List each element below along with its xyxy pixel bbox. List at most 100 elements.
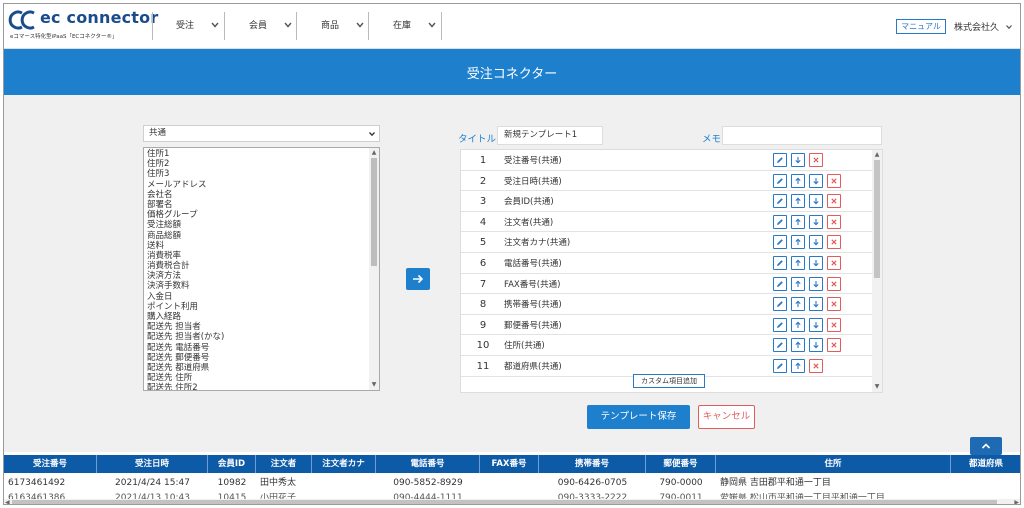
scroll-left-arrow-icon[interactable]: ◀: [5, 499, 10, 504]
delete-row-button[interactable]: [827, 297, 841, 312]
delete-row-button[interactable]: [827, 317, 841, 332]
move-down-button[interactable]: [809, 317, 823, 332]
col-prefecture-header[interactable]: 都道府県: [951, 455, 1020, 473]
template-title-input[interactable]: 新規テンプレート1: [497, 126, 603, 145]
field-option[interactable]: 住所3: [147, 169, 367, 179]
edit-row-button[interactable]: [773, 173, 787, 188]
move-down-button[interactable]: [809, 276, 823, 291]
scroll-down-arrow-icon[interactable]: ▼: [371, 382, 377, 388]
move-up-button[interactable]: [791, 359, 805, 373]
save-template-button[interactable]: テンプレート保存: [587, 405, 690, 429]
field-option[interactable]: ポイント利用: [147, 302, 367, 312]
edit-row-button[interactable]: [773, 317, 787, 332]
move-up-button[interactable]: [791, 256, 805, 270]
col-order-date-header[interactable]: 受注日時: [97, 455, 208, 473]
field-option[interactable]: 配送先 住所: [147, 373, 367, 383]
col-orderer-header[interactable]: 注文者: [256, 455, 312, 473]
template-list-scrollbar[interactable]: ▲ ▼: [872, 150, 882, 392]
field-option[interactable]: 購入経路: [147, 312, 367, 322]
field-option[interactable]: 配送先 担当者(かな): [147, 332, 367, 342]
available-fields-list[interactable]: 住所1 住所2 住所3 メールアドレス 会社名 部署名 価格グループ 受注総額 商品総額 送料 消費…: [143, 147, 380, 391]
template-row[interactable]: 6 電話番号(共通): [461, 253, 873, 274]
template-row[interactable]: 2 受注日時(共通): [461, 171, 873, 192]
scroll-up-arrow-icon[interactable]: ▲: [371, 150, 377, 156]
move-down-button[interactable]: [809, 297, 823, 312]
field-option[interactable]: 配送先 担当者: [147, 322, 367, 332]
edit-row-button[interactable]: [773, 256, 787, 270]
scrollbar-thumb[interactable]: [371, 158, 377, 266]
delete-row-button[interactable]: [827, 173, 841, 188]
field-option[interactable]: 住所2: [147, 159, 367, 169]
delete-row-button[interactable]: [827, 235, 841, 250]
scroll-up-arrow-icon[interactable]: ▲: [874, 152, 880, 158]
field-option[interactable]: 配送先 住所2: [147, 383, 367, 390]
delete-row-button[interactable]: [827, 338, 841, 353]
col-member-id-header[interactable]: 会員ID: [208, 455, 256, 473]
move-up-button[interactable]: [791, 317, 805, 332]
template-row[interactable]: 10 住所(共通): [461, 335, 873, 356]
template-row[interactable]: 4 注文者(共通): [461, 212, 873, 233]
template-row[interactable]: 7 FAX番号(共通): [461, 274, 873, 295]
field-option[interactable]: 決済方法: [147, 271, 367, 281]
cancel-button[interactable]: キャンセル: [698, 405, 755, 429]
col-mobile-header[interactable]: 携帯番号: [539, 455, 646, 473]
chevron-down-icon[interactable]: [1005, 23, 1013, 31]
field-option[interactable]: 決済手数料: [147, 281, 367, 291]
template-row[interactable]: 9 郵便番号(共通): [461, 315, 873, 336]
move-up-button[interactable]: [791, 297, 805, 312]
field-option[interactable]: 配送先 電話番号: [147, 343, 367, 353]
delete-row-button[interactable]: [809, 359, 823, 373]
move-up-button[interactable]: [791, 194, 805, 209]
move-up-button[interactable]: [791, 235, 805, 250]
field-option[interactable]: 消費税率: [147, 251, 367, 261]
col-postal-header[interactable]: 郵便番号: [646, 455, 716, 473]
col-address-header[interactable]: 住所: [716, 455, 951, 473]
field-option[interactable]: 受注総額: [147, 220, 367, 230]
field-option[interactable]: 送料: [147, 241, 367, 251]
field-option[interactable]: 会社名: [147, 190, 367, 200]
move-down-button[interactable]: [791, 153, 805, 167]
field-option[interactable]: 住所1: [147, 149, 367, 159]
field-option[interactable]: 部署名: [147, 200, 367, 210]
add-custom-field-button[interactable]: カスタム項目追加: [633, 374, 705, 388]
col-order-no-header[interactable]: 受注番号: [4, 455, 97, 473]
scroll-to-top-button[interactable]: [970, 437, 1002, 455]
edit-row-button[interactable]: [773, 214, 787, 229]
move-down-button[interactable]: [809, 338, 823, 353]
table-horizontal-scrollbar[interactable]: ◀ ▶: [4, 499, 1020, 504]
edit-row-button[interactable]: [773, 194, 787, 209]
move-down-button[interactable]: [809, 173, 823, 188]
move-down-button[interactable]: [809, 214, 823, 229]
edit-row-button[interactable]: [773, 359, 787, 373]
field-category-select[interactable]: 共通: [143, 125, 380, 142]
field-option[interactable]: 商品総額: [147, 231, 367, 241]
move-down-button[interactable]: [809, 235, 823, 250]
template-row[interactable]: 8 携帯番号(共通): [461, 294, 873, 315]
template-row[interactable]: 1 受注番号(共通): [461, 150, 873, 171]
edit-row-button[interactable]: [773, 276, 787, 291]
delete-row-button[interactable]: [827, 194, 841, 209]
delete-row-button[interactable]: [827, 276, 841, 291]
col-fax-header[interactable]: FAX番号: [480, 455, 539, 473]
edit-row-button[interactable]: [773, 297, 787, 312]
move-up-button[interactable]: [791, 276, 805, 291]
template-row[interactable]: 5 注文者カナ(共通): [461, 232, 873, 253]
logo[interactable]: ec connector eコマース特化型iPaaS「ECコネクター®」: [8, 7, 158, 45]
scroll-right-arrow-icon[interactable]: ▶: [1014, 499, 1019, 504]
template-row[interactable]: 3 会員ID(共通): [461, 191, 873, 212]
col-phone-header[interactable]: 電話番号: [376, 455, 480, 473]
move-down-button[interactable]: [809, 256, 823, 270]
manual-button[interactable]: マニュアル: [896, 19, 946, 34]
move-up-button[interactable]: [791, 338, 805, 353]
edit-row-button[interactable]: [773, 338, 787, 353]
scrollbar-thumb[interactable]: [12, 500, 997, 504]
field-option[interactable]: メールアドレス: [147, 180, 367, 190]
field-option[interactable]: 価格グループ: [147, 210, 367, 220]
field-option[interactable]: 消費税合計: [147, 261, 367, 271]
field-option[interactable]: 配送先 都道府県: [147, 363, 367, 373]
scroll-down-arrow-icon[interactable]: ▼: [874, 384, 880, 390]
delete-row-button[interactable]: [809, 153, 823, 167]
add-field-button[interactable]: [406, 268, 430, 290]
field-option[interactable]: 入金日: [147, 292, 367, 302]
move-up-button[interactable]: [791, 173, 805, 188]
